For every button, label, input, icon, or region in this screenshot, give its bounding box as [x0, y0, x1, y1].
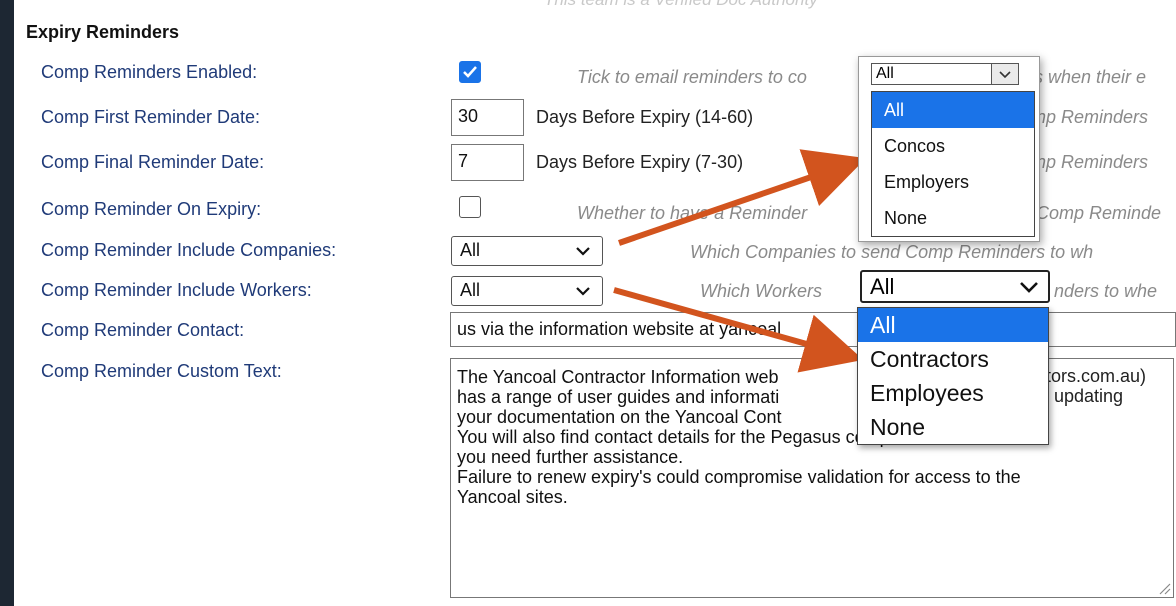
workers-option-employees[interactable]: Employees — [858, 376, 1048, 410]
workers-option-all[interactable]: All — [858, 308, 1048, 342]
chevron-down-icon — [1020, 282, 1038, 293]
companies-option-all[interactable]: All — [872, 92, 1034, 128]
companies-option-employers[interactable]: Employers — [872, 164, 1034, 200]
arrow-to-companies-dropdown — [618, 149, 867, 246]
companies-dropdown-value: All — [876, 65, 894, 82]
workers-dropdown-value: All — [870, 274, 895, 299]
companies-option-concos[interactable]: Concos — [872, 128, 1034, 164]
workers-option-contractors[interactable]: Contractors — [858, 342, 1048, 376]
arrow-to-workers-dropdown — [613, 287, 864, 373]
workers-dropdown-field[interactable]: All — [860, 270, 1050, 303]
workers-dropdown-list: All Contractors Employees None — [857, 307, 1049, 445]
workers-option-none[interactable]: None — [858, 410, 1048, 444]
companies-option-none[interactable]: None — [872, 200, 1034, 236]
settings-panel: This team is a Verified Doc Authority Ex… — [14, 0, 1176, 606]
chevron-down-icon — [999, 71, 1011, 79]
companies-dropdown-toggle[interactable] — [991, 63, 1019, 85]
companies-dropdown-list: All Concos Employers None — [871, 91, 1035, 237]
companies-dropdown-popup: All All Concos Employers None — [858, 56, 1040, 242]
companies-dropdown-field[interactable]: All — [871, 63, 1019, 85]
